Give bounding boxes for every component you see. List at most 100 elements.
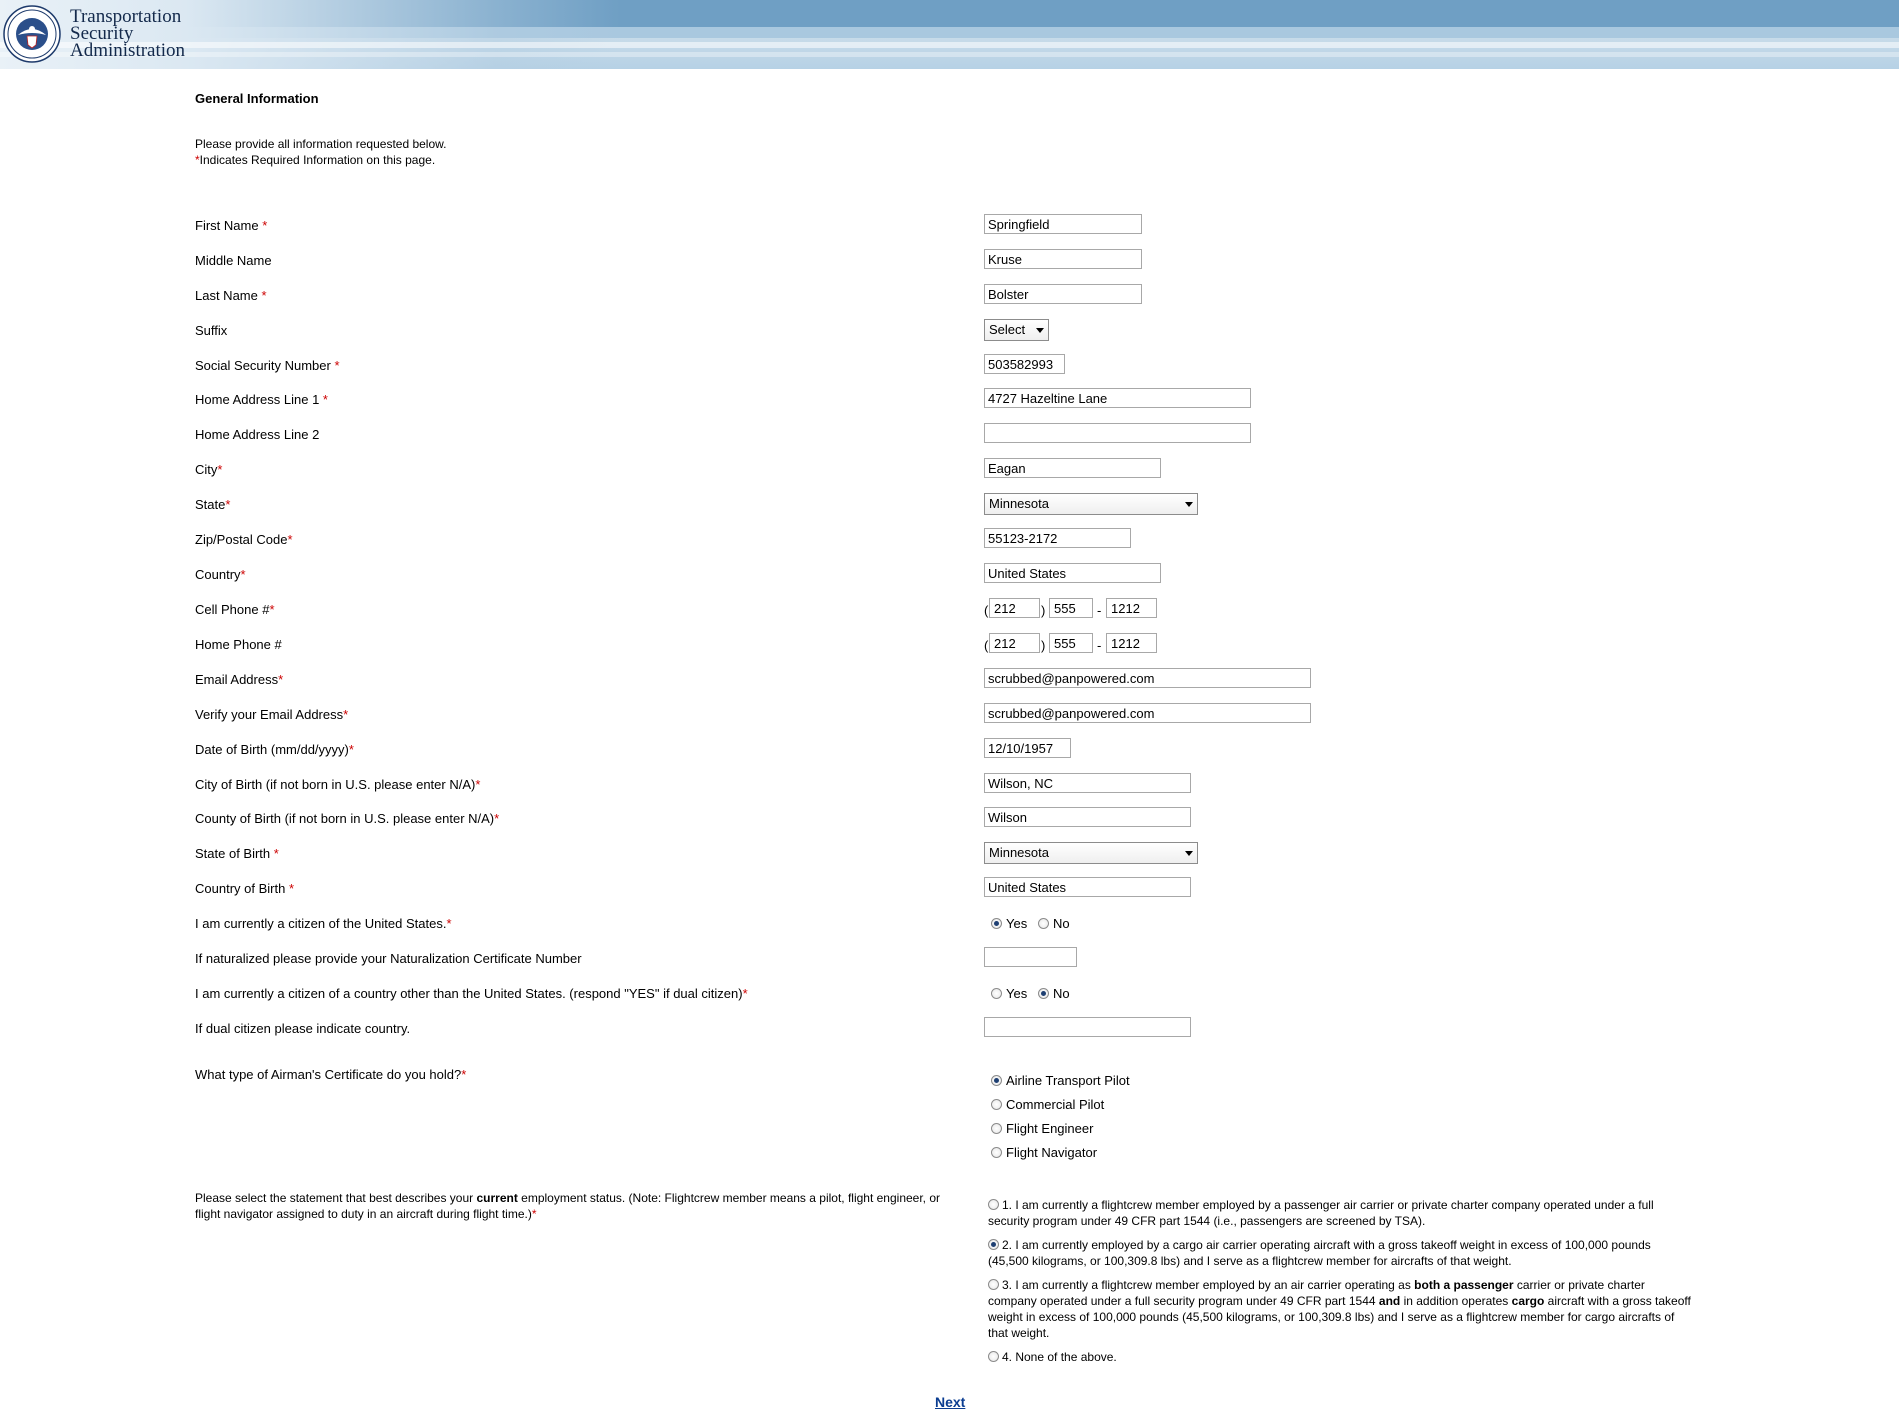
label-text: County of Birth (if not born in U.S. ple… (195, 811, 495, 826)
radio-label: Commercial Pilot (1006, 1097, 1105, 1112)
us-citizen-no-radio[interactable]: No (1038, 916, 1070, 931)
email-label: Email Address* (195, 672, 283, 687)
naturalization-input[interactable] (984, 947, 1077, 967)
banner-stripe (0, 42, 1899, 48)
zip-input[interactable]: 55123-2172 (984, 528, 1131, 548)
cell-phone-line-input[interactable]: 1212 (1106, 598, 1157, 618)
home-phone-label: Home Phone # (195, 637, 282, 652)
ssn-label: Social Security Number * (195, 358, 340, 373)
label-text: I am currently a citizen of the United S… (195, 916, 447, 931)
employment-option-1[interactable]: 1. I am currently a flightcrew member em… (988, 1197, 1693, 1229)
address2-input[interactable] (984, 423, 1251, 443)
employment-option-emphasis: cargo (1511, 1294, 1545, 1308)
radio-label: Yes (1006, 916, 1028, 931)
us-citizen-yes-radio[interactable]: Yes (991, 916, 1027, 931)
airman-option-commercial-pilot[interactable]: Commercial Pilot (991, 1097, 1104, 1112)
first-name-input[interactable]: Springfield (984, 214, 1142, 234)
radio-label: Airline Transport Pilot (1006, 1073, 1130, 1088)
employment-option-text: in addition operates (1400, 1294, 1512, 1308)
radio-label: No (1053, 916, 1070, 931)
label-text: Cell Phone # (195, 602, 270, 617)
last-name-input[interactable]: Bolster (984, 284, 1142, 304)
city-input[interactable]: Eagan (984, 458, 1161, 478)
email-input[interactable]: scrubbed@panpowered.com (984, 668, 1311, 688)
email-verify-input[interactable]: scrubbed@panpowered.com (984, 703, 1311, 723)
radio-unselected-icon (1038, 918, 1049, 929)
ssn-input[interactable]: 503582993 (984, 354, 1065, 374)
paren-open: ( (984, 638, 989, 653)
employment-option-text: 4. None of the above. (1002, 1350, 1117, 1364)
country-of-birth-input[interactable]: United States (984, 877, 1191, 897)
label-text: What type of Airman's Certificate do you… (195, 1067, 462, 1082)
intro-text: Please provide all information requested… (195, 137, 447, 151)
country-label: Country* (195, 567, 246, 582)
required-star: * (240, 567, 246, 582)
required-star: * (742, 986, 748, 1001)
required-star: * (288, 881, 295, 896)
dual-country-label: If dual citizen please indicate country. (195, 1021, 410, 1036)
other-citizen-no-radio[interactable]: No (1038, 986, 1070, 1001)
airman-option-flight-navigator[interactable]: Flight Navigator (991, 1145, 1097, 1160)
country-of-birth-label: Country of Birth * (195, 881, 294, 896)
chevron-down-icon (1185, 502, 1193, 507)
dob-label: Date of Birth (mm/dd/yyyy)* (195, 742, 354, 757)
radio-unselected-icon (991, 1099, 1002, 1110)
home-phone-line-input[interactable]: 1212 (1106, 633, 1157, 653)
radio-unselected-icon (988, 1279, 999, 1290)
state-select[interactable]: Minnesota (984, 493, 1198, 515)
label-text: I am currently a citizen of a country ot… (195, 986, 743, 1001)
label-text: If naturalized please provide your Natur… (195, 951, 582, 966)
employment-option-text: 1. I am currently a flightcrew member em… (988, 1198, 1654, 1228)
employment-option-2[interactable]: 2. I am currently employed by a cargo ai… (988, 1237, 1693, 1269)
required-star: * (217, 462, 223, 477)
radio-unselected-icon (991, 988, 1002, 999)
suffix-select[interactable]: Select (984, 319, 1049, 341)
next-link[interactable]: Next (935, 1394, 965, 1410)
naturalization-label: If naturalized please provide your Natur… (195, 951, 582, 966)
county-of-birth-input[interactable]: Wilson (984, 807, 1191, 827)
label-text: Email Address (195, 672, 279, 687)
address1-input[interactable]: 4727 Hazeltine Lane (984, 388, 1251, 408)
address2-label: Home Address Line 2 (195, 427, 319, 442)
country-input[interactable]: United States (984, 563, 1161, 583)
other-citizen-yes-radio[interactable]: Yes (991, 986, 1027, 1001)
airman-option-airline-transport-pilot[interactable]: Airline Transport Pilot (991, 1073, 1130, 1088)
required-star: * (225, 497, 231, 512)
label-text: If dual citizen please indicate country. (195, 1021, 411, 1036)
banner-stripe (0, 52, 1899, 57)
agency-name-line: Administration (70, 40, 186, 61)
employment-option-4[interactable]: 4. None of the above. (988, 1349, 1693, 1365)
required-star: * (322, 392, 328, 407)
state-of-birth-select-value: Minnesota (989, 845, 1049, 860)
city-of-birth-input[interactable]: Wilson, NC (984, 773, 1191, 793)
label-text: Middle Name (195, 253, 272, 268)
required-note: *Indicates Required Information on this … (195, 153, 435, 167)
chevron-down-icon (1185, 851, 1193, 856)
cell-phone-prefix-input[interactable]: 555 (1049, 598, 1093, 618)
middle-name-label: Middle Name (195, 253, 272, 268)
home-phone-area-input[interactable]: 212 (989, 633, 1040, 653)
label-text: City (195, 462, 218, 477)
email-verify-label: Verify your Email Address* (195, 707, 348, 722)
suffix-label: Suffix (195, 323, 227, 338)
employment-option-3[interactable]: 3. I am currently a flightcrew member em… (988, 1277, 1693, 1341)
radio-unselected-icon (991, 1147, 1002, 1158)
airman-option-flight-engineer[interactable]: Flight Engineer (991, 1121, 1093, 1136)
radio-label: Yes (1006, 986, 1028, 1001)
employment-option-text: 3. I am currently a flightcrew member em… (1002, 1278, 1415, 1292)
required-star: * (461, 1067, 467, 1082)
label-emphasis: current (476, 1191, 518, 1205)
middle-name-input[interactable]: Kruse (984, 249, 1142, 269)
required-star: * (475, 777, 481, 792)
dual-country-input[interactable] (984, 1017, 1191, 1037)
label-text: Date of Birth (mm/dd/yyyy) (195, 742, 349, 757)
state-of-birth-select[interactable]: Minnesota (984, 842, 1198, 864)
label-text: Home Phone # (195, 637, 282, 652)
dob-input[interactable]: 12/10/1957 (984, 738, 1071, 758)
dhs-seal-icon (3, 5, 61, 63)
label-text: State (195, 497, 226, 512)
other-citizen-label: I am currently a citizen of a country ot… (195, 986, 748, 1001)
cell-phone-area-input[interactable]: 212 (989, 598, 1040, 618)
county-of-birth-label: County of Birth (if not born in U.S. ple… (195, 811, 499, 826)
home-phone-prefix-input[interactable]: 555 (1049, 633, 1093, 653)
